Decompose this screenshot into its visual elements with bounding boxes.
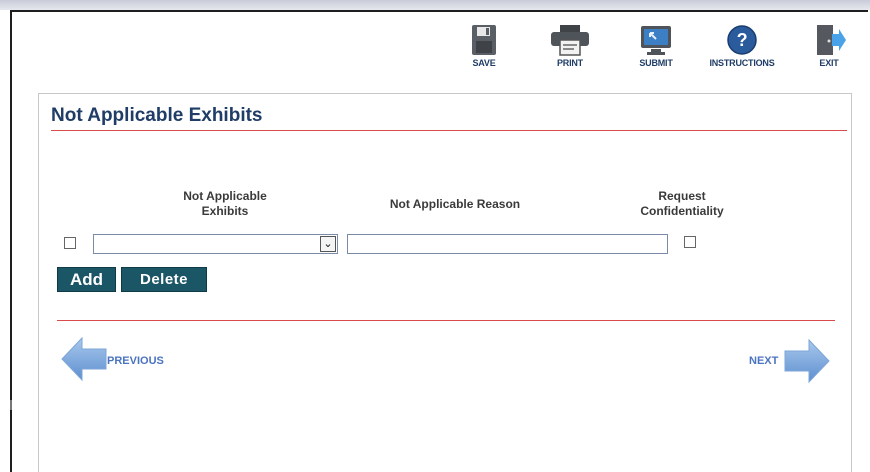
bottom-divider — [57, 320, 835, 321]
request-confidentiality-checkbox[interactable] — [684, 236, 696, 248]
print-label: PRINT — [556, 58, 583, 68]
exhibit-select[interactable]: ⌄ — [93, 234, 338, 254]
page-title: Not Applicable Exhibits — [51, 105, 263, 126]
printer-icon — [551, 25, 589, 56]
title-divider — [51, 130, 847, 131]
frame-tick — [10, 400, 12, 410]
print-button[interactable]: PRINT — [535, 24, 605, 68]
instructions-button[interactable]: ? INSTRUCTIONS — [707, 24, 777, 68]
monitor-icon — [641, 26, 671, 55]
previous-link[interactable]: PREVIOUS — [107, 355, 164, 367]
save-icon — [472, 25, 496, 55]
delete-button[interactable]: Delete — [121, 267, 207, 292]
exit-door-icon — [817, 25, 846, 55]
window-top-bar — [0, 0, 870, 10]
chevron-down-icon[interactable]: ⌄ — [320, 236, 336, 252]
help-icon: ? — [727, 25, 757, 55]
next-arrow-icon[interactable] — [783, 338, 831, 384]
previous-arrow-icon[interactable] — [60, 336, 108, 382]
save-button[interactable]: SAVE — [449, 24, 519, 68]
row-select-checkbox[interactable] — [64, 237, 76, 249]
save-label: SAVE — [472, 58, 496, 68]
svg-text:?: ? — [737, 30, 748, 50]
column-header-confidentiality: Request Confidentiality — [640, 189, 724, 218]
next-link[interactable]: NEXT — [749, 355, 778, 367]
exit-button[interactable]: EXIT — [794, 24, 864, 68]
exit-label: EXIT — [819, 58, 839, 68]
column-header-exhibits: Not Applicable Exhibits — [183, 189, 267, 218]
add-button[interactable]: Add — [57, 267, 116, 292]
instructions-label: INSTRUCTIONS — [709, 58, 775, 68]
column-header-reason: Not Applicable Reason — [389, 197, 521, 211]
submit-button[interactable]: SUBMIT — [621, 24, 691, 68]
submit-label: SUBMIT — [639, 58, 673, 68]
reason-input[interactable] — [347, 234, 668, 254]
